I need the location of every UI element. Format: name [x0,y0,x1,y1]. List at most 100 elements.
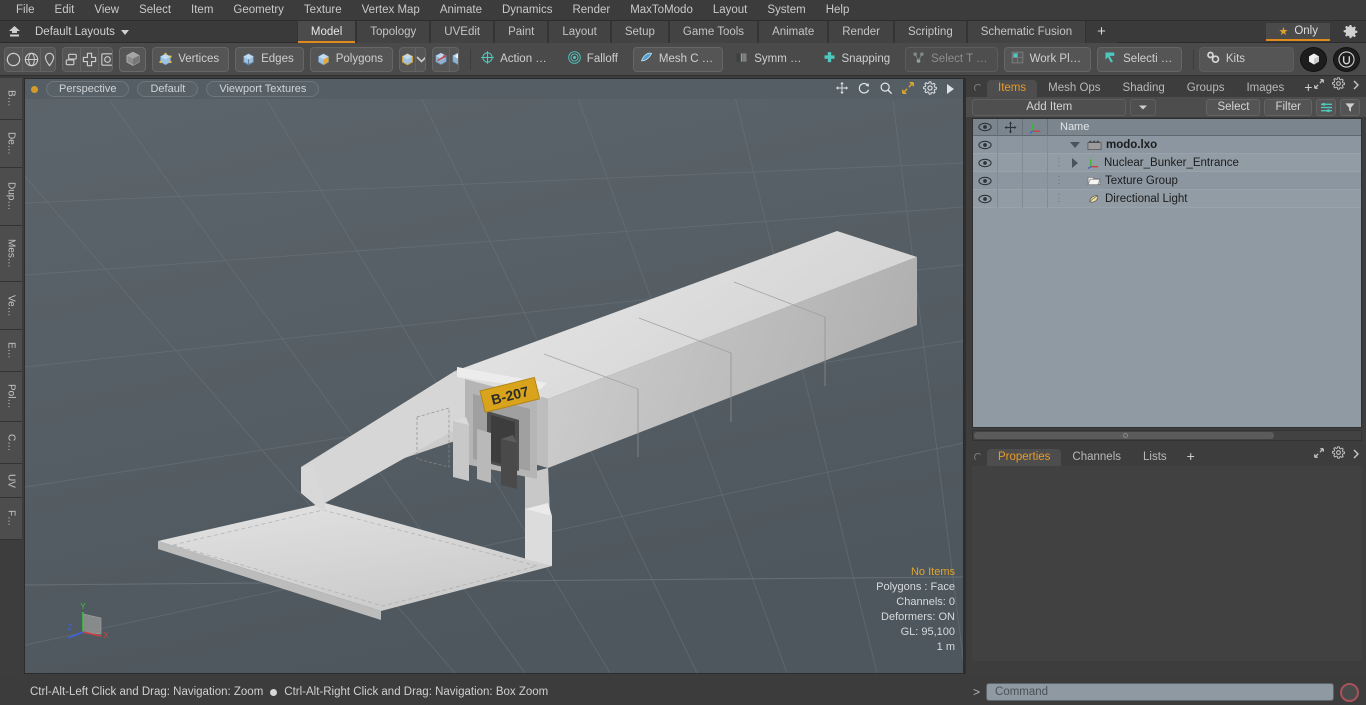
tab-channels[interactable]: Channels [1061,449,1133,466]
cube-mode-icon[interactable] [400,47,417,71]
tab-game-tools[interactable]: Game Tools [668,20,759,43]
row-eye-icon[interactable] [973,189,998,208]
tab-images[interactable]: Images [1235,80,1296,97]
left-tab-edge[interactable]: E… [0,330,22,372]
row-eye-icon[interactable] [973,153,998,172]
left-tab-uv[interactable]: UV [0,464,22,498]
tab-layout[interactable]: Layout [548,20,611,43]
only-toggle-button[interactable]: ★ Only [1266,23,1330,41]
left-tab-basic[interactable]: B… [0,78,22,120]
menu-item-texture[interactable]: Texture [294,2,352,18]
panel-menu-icon[interactable] [974,84,982,92]
expand-icon[interactable] [1313,446,1325,464]
menu-item-edit[interactable]: Edit [45,2,85,18]
table-row[interactable]: ⋮ Directional Light [973,189,1361,208]
row-axis-cell[interactable] [1023,135,1048,154]
add-item-button[interactable]: Add Item [972,98,1127,116]
selection-mode-edges[interactable]: Edges [235,46,304,72]
viewport-default-button[interactable]: Default [137,81,199,97]
list-item[interactable]: modo.lxo [1048,139,1157,151]
falloff-button[interactable]: Falloff [562,47,627,72]
tab-scripting[interactable]: Scripting [893,20,967,43]
view-active-dot[interactable] [31,85,38,93]
menu-item-geometry[interactable]: Geometry [223,2,294,18]
row-eye-icon[interactable] [973,135,998,154]
left-tab-polygon[interactable]: Pol… [0,372,22,422]
tab-mesh-ops[interactable]: Mesh Ops [1037,80,1112,97]
gear-icon[interactable] [923,81,937,100]
play-arrow-icon[interactable] [945,82,955,100]
left-tab-command[interactable]: C… [0,422,22,464]
selection-mode-polygons[interactable]: Polygons [309,46,394,72]
tab-shading[interactable]: Shading [1111,80,1176,97]
unreal-engine-icon[interactable] [1333,46,1361,72]
select-through-button[interactable]: Select T … [905,46,998,72]
tab-paint[interactable]: Paint [494,20,549,43]
list-item[interactable]: ⋮ Texture Group [1048,175,1178,187]
list-options-icon[interactable] [1316,98,1336,116]
home-up-icon[interactable] [3,22,25,42]
chevron-right-icon[interactable] [1352,77,1360,95]
command-input[interactable]: Command [986,683,1334,701]
zoom-magnifier-icon[interactable] [879,81,893,100]
list-item[interactable]: ⋮ Directional Light [1048,193,1187,205]
eye-icon[interactable] [973,118,998,136]
selection-mode-vertices[interactable]: Vertices [152,46,230,72]
stack-icon[interactable] [63,47,81,71]
left-tab-mesh[interactable]: Mes… [0,226,22,282]
scrollbar-nub[interactable] [1123,433,1128,438]
select-button[interactable]: Select [1206,98,1261,116]
table-row[interactable]: ⋮ Nuclear_Bunker_Entrance [973,153,1361,172]
action-center-button[interactable]: Action … [475,47,556,72]
gear-icon[interactable] [1332,77,1345,95]
menu-item-layout[interactable]: Layout [703,2,758,18]
tab-topology[interactable]: Topology [356,20,431,43]
tab-schematic-fusion[interactable]: Schematic Fusion [966,20,1087,43]
row-move-cell[interactable] [998,189,1023,208]
row-move-cell[interactable] [998,153,1023,172]
menu-item-animate[interactable]: Animate [430,2,492,18]
add-tab-button[interactable]: + [1086,20,1117,43]
mesh-constraint-button[interactable]: Mesh C … [632,46,724,72]
tab-lists[interactable]: Lists [1132,449,1178,466]
square-dot-icon[interactable] [99,48,113,71]
item-list[interactable]: Name modo.lxo ⋮ Nuclear_Bunker_Entrance … [972,118,1362,428]
add-item-dropdown[interactable] [1130,98,1157,116]
row-eye-icon[interactable] [973,171,998,190]
kits-button[interactable]: Kits [1198,46,1295,72]
gear-icon[interactable] [1332,446,1345,464]
fit-view-icon[interactable] [901,81,915,100]
tab-setup[interactable]: Setup [610,20,669,43]
menu-item-help[interactable]: Help [816,2,860,18]
move-crosshair-icon[interactable] [998,118,1023,136]
menu-item-item[interactable]: Item [181,2,223,18]
list-item[interactable]: ⋮ Nuclear_Bunker_Entrance [1048,157,1239,169]
viewport-perspective-button[interactable]: Perspective [46,81,130,97]
menu-item-view[interactable]: View [84,2,129,18]
table-row[interactable]: modo.lxo [973,135,1361,154]
row-axis-cell[interactable] [1023,189,1048,208]
menu-item-render[interactable]: Render [562,2,620,18]
viewport-canvas[interactable]: B-207 [25,79,963,673]
bulb-icon[interactable] [41,48,55,71]
menu-item-select[interactable]: Select [129,2,181,18]
modo-cube-icon[interactable] [1300,46,1328,72]
menu-item-system[interactable]: System [757,2,815,18]
gear-icon[interactable] [1343,24,1358,44]
tab-animate[interactable]: Animate [758,20,829,43]
symmetry-button[interactable]: Symm … [729,47,810,72]
table-row[interactable]: ⋮ Texture Group [973,171,1361,190]
left-tab-f[interactable]: F… [0,498,22,540]
row-move-cell[interactable] [998,135,1023,154]
viewport-textures-button[interactable]: Viewport Textures [206,81,320,97]
cube-icon[interactable] [119,46,147,72]
menu-item-dynamics[interactable]: Dynamics [492,2,562,18]
row-axis-cell[interactable] [1023,153,1048,172]
panel-menu-icon[interactable] [974,453,982,461]
axis-icon[interactable] [1023,118,1048,136]
expand-icon[interactable] [1313,77,1325,95]
left-tab-deform[interactable]: De… [0,120,22,168]
tree-expander-closed-icon[interactable] [1072,157,1078,168]
axis-cube-white-icon[interactable] [450,48,458,71]
menu-item-file[interactable]: File [6,2,45,18]
